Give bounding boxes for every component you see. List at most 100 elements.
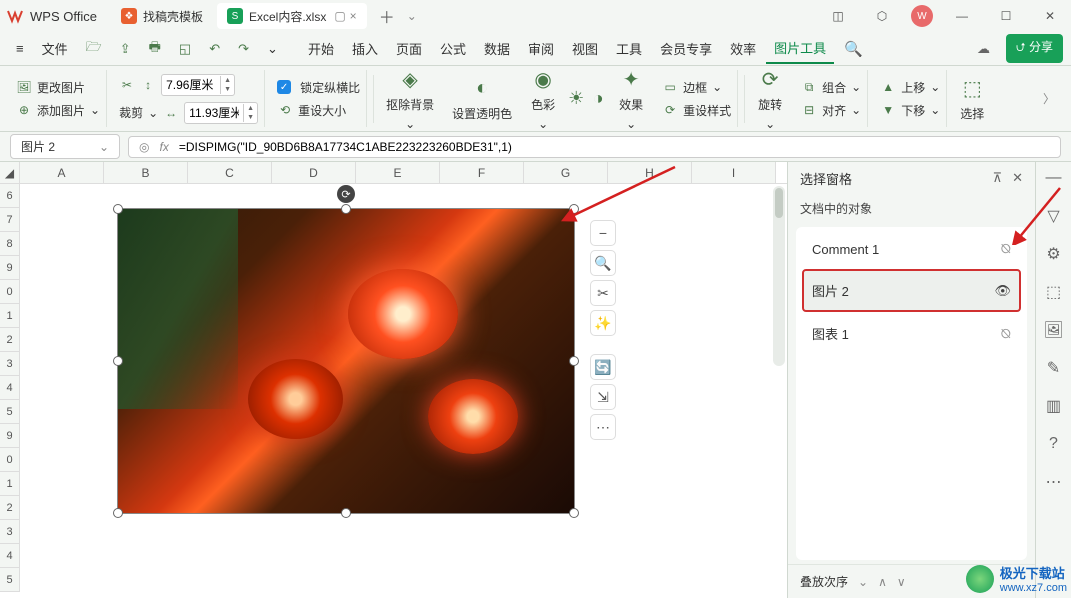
row-header[interactable]: 1 xyxy=(0,304,20,328)
pin-icon[interactable]: ⊼ xyxy=(993,170,1003,185)
close-button[interactable]: ✕ xyxy=(1035,4,1065,28)
tab-picture-tools[interactable]: 图片工具 xyxy=(766,33,834,64)
resize-handle-w[interactable] xyxy=(113,356,123,366)
visibility-hidden-icon[interactable]: ⦰ xyxy=(1001,326,1011,342)
magic-button[interactable]: ✨ xyxy=(590,310,616,336)
select-button[interactable]: ⬚选择 xyxy=(953,71,991,126)
row-header[interactable]: 3 xyxy=(0,520,20,544)
reset-size-button[interactable]: ⟲重设大小 xyxy=(277,102,360,119)
resize-handle-nw[interactable] xyxy=(113,204,123,214)
replace-button[interactable]: 🔄 xyxy=(590,354,616,380)
row-header[interactable]: 2 xyxy=(0,496,20,520)
tab-member[interactable]: 会员专享 xyxy=(652,34,720,63)
gallery-icon[interactable]: 🖼 xyxy=(1042,318,1066,342)
chevron-down-icon[interactable]: ⌄ xyxy=(858,575,868,589)
border-button[interactable]: ▭边框 ⌄ xyxy=(662,79,731,96)
crop-button[interactable]: 裁剪 xyxy=(119,104,143,121)
maximize-button[interactable]: ☐ xyxy=(991,4,1021,28)
tab-template[interactable]: ❖ 找稿壳模板 xyxy=(111,3,213,29)
rotate-button[interactable]: ⟳旋转 ⌄ xyxy=(751,62,789,135)
zoom-out-button[interactable]: − xyxy=(590,220,616,246)
tab-data[interactable]: 数据 xyxy=(476,34,518,63)
select-all-corner[interactable]: ◢ xyxy=(0,162,20,183)
minimize-button[interactable]: — xyxy=(947,4,977,28)
hamburger-icon[interactable]: ≡ xyxy=(8,36,32,61)
tab-efficiency[interactable]: 效率 xyxy=(722,34,764,63)
inserted-image[interactable]: ⟳ xyxy=(117,208,575,514)
row-header[interactable]: 2 xyxy=(0,328,20,352)
search-icon[interactable]: 🔍 xyxy=(836,35,871,63)
vertical-scrollbar[interactable] xyxy=(773,186,785,366)
formula-input[interactable] xyxy=(179,140,1050,154)
move-up-button[interactable]: ▲上移 ⌄ xyxy=(880,79,940,96)
spin-down-icon[interactable]: ▼ xyxy=(221,85,234,94)
tab-start[interactable]: 开始 xyxy=(300,34,342,63)
print-icon[interactable]: 🖶 xyxy=(141,33,169,65)
ribbon-expand-icon[interactable]: 〉 xyxy=(1037,84,1061,113)
color-button[interactable]: ◉色彩 ⌄ xyxy=(524,62,562,135)
col-header[interactable]: B xyxy=(104,162,188,183)
fx-icon[interactable]: fx xyxy=(159,140,168,154)
tab-formula[interactable]: 公式 xyxy=(432,34,474,63)
col-header[interactable]: A xyxy=(20,162,104,183)
move-up-icon[interactable]: ∧ xyxy=(878,575,887,589)
add-tab-button[interactable]: ＋ xyxy=(371,0,403,32)
brightness-icon[interactable]: ☀ xyxy=(568,91,584,107)
settings-icon[interactable]: ⚙ xyxy=(1042,242,1066,266)
tab-page[interactable]: 页面 xyxy=(388,34,430,63)
tab-menu-icon[interactable]: ⌄ xyxy=(407,9,417,23)
col-header[interactable]: H xyxy=(608,162,692,183)
col-header[interactable]: E xyxy=(356,162,440,183)
move-down-button[interactable]: ▼下移 ⌄ xyxy=(880,102,940,119)
row-header[interactable]: 5 xyxy=(0,400,20,424)
set-transparent-button[interactable]: ◐设置透明色 xyxy=(446,71,518,126)
name-box[interactable]: 图片 2⌄ xyxy=(10,134,120,159)
resize-handle-e[interactable] xyxy=(569,356,579,366)
col-header[interactable]: I xyxy=(692,162,776,183)
collapse-icon[interactable]: — xyxy=(1042,166,1066,190)
share-button[interactable]: ⮍ 分享 xyxy=(1006,34,1063,63)
user-avatar[interactable]: W xyxy=(911,5,933,27)
row-header[interactable]: 7 xyxy=(0,208,20,232)
resize-handle-se[interactable] xyxy=(569,508,579,518)
add-picture-button[interactable]: ⊕添加图片 ⌄ xyxy=(16,102,100,119)
spin-down-icon[interactable]: ▼ xyxy=(244,113,257,122)
package-icon[interactable]: ⬡ xyxy=(867,4,897,28)
move-down-icon[interactable]: ∨ xyxy=(897,575,906,589)
change-picture-button[interactable]: 🖼更改图片 xyxy=(16,79,100,96)
col-header[interactable]: F xyxy=(440,162,524,183)
object-item-picture[interactable]: 图片 2 👁 xyxy=(802,269,1021,312)
open-icon[interactable]: 🗁 xyxy=(78,33,110,65)
spin-up-icon[interactable]: ▲ xyxy=(244,104,257,113)
row-header[interactable]: 9 xyxy=(0,424,20,448)
visibility-visible-icon[interactable]: 👁 xyxy=(994,283,1011,299)
tab-review[interactable]: 审阅 xyxy=(520,34,562,63)
row-header[interactable]: 6 xyxy=(0,184,20,208)
col-header[interactable]: C xyxy=(188,162,272,183)
col-header[interactable]: G xyxy=(524,162,608,183)
row-header[interactable]: 0 xyxy=(0,448,20,472)
effect-button[interactable]: ✦效果 ⌄ xyxy=(612,62,650,135)
row-header[interactable]: 8 xyxy=(0,232,20,256)
row-header[interactable]: 4 xyxy=(0,376,20,400)
align-button[interactable]: ⊟对齐 ⌄ xyxy=(801,102,861,119)
target-icon[interactable]: ◎ xyxy=(139,140,149,154)
tab-close-icon[interactable]: × xyxy=(350,9,357,23)
reset-style-button[interactable]: ⟳重设样式 xyxy=(662,102,731,119)
more-icon[interactable]: ⋯ xyxy=(1042,470,1066,494)
dropdown-icon[interactable]: ⌄ xyxy=(259,36,286,62)
spreadsheet-grid[interactable]: ◢ A B C D E F G H I 6 7 8 9 0 1 2 3 4 5 … xyxy=(0,162,787,598)
col-header[interactable]: D xyxy=(272,162,356,183)
close-pane-icon[interactable]: ✕ xyxy=(1012,170,1023,185)
layers-icon[interactable]: ▥ xyxy=(1042,394,1066,418)
row-header[interactable]: 1 xyxy=(0,472,20,496)
undo-icon[interactable]: ↶ xyxy=(201,36,228,62)
redo-icon[interactable]: ↷ xyxy=(230,36,257,62)
zoom-in-button[interactable]: 🔍 xyxy=(590,250,616,276)
crop-tool-button[interactable]: ✂ xyxy=(590,280,616,306)
resize-handle-s[interactable] xyxy=(341,508,351,518)
preview-icon[interactable]: ◱ xyxy=(171,36,199,62)
lock-aspect-checkbox[interactable]: ✓锁定纵横比 xyxy=(277,79,360,96)
resize-handle-ne[interactable] xyxy=(569,204,579,214)
resize-handle-sw[interactable] xyxy=(113,508,123,518)
